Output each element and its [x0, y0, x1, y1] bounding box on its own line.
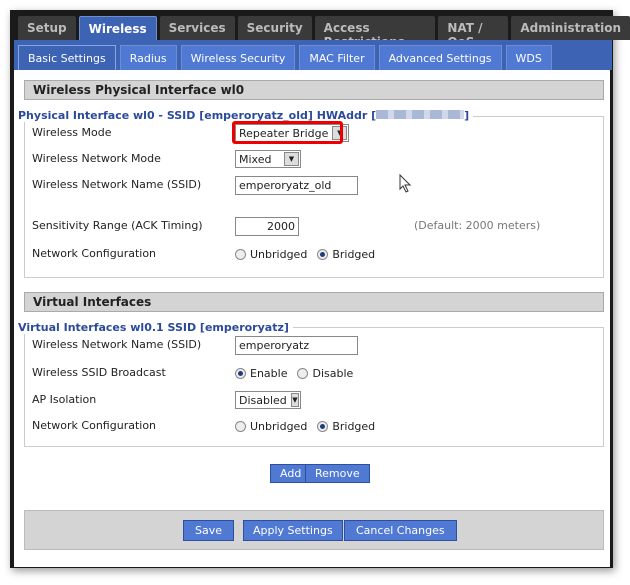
bridged-radio[interactable] [317, 249, 329, 260]
enable-radio[interactable] [235, 368, 246, 379]
isolation-select[interactable]: Disabled ▼ [235, 391, 301, 409]
radio-label: Unbridged [250, 420, 308, 433]
radio-label: Bridged [332, 248, 376, 261]
save-button[interactable]: Save [183, 520, 235, 541]
select-value: Mixed [239, 152, 272, 166]
radio-label: Enable [250, 367, 288, 380]
vnetconf-radios: Unbridged Bridged [235, 420, 375, 433]
tab-wireless[interactable]: Wireless [78, 16, 157, 41]
netconf-radios: Unbridged Bridged [235, 248, 375, 261]
chevron-down-icon: ▼ [284, 152, 299, 166]
vssid-input[interactable]: emperoryatz [235, 336, 358, 355]
ssid-label: Wireless Network Name (SSID) [32, 178, 202, 191]
broadcast-radios: Enable Disable [235, 367, 353, 380]
highlight-annotation [232, 121, 343, 144]
wireless-mode-label: Wireless Mode [32, 126, 112, 139]
subtab-wireless-security[interactable]: Wireless Security [180, 45, 296, 70]
vssid-label: Wireless Network Name (SSID) [32, 338, 202, 351]
subtab-mac-filter[interactable]: MAC Filter [299, 45, 375, 70]
mouse-cursor-icon [399, 174, 412, 193]
cancel-changes-button[interactable]: Cancel Changes [344, 520, 457, 541]
radio-label: Bridged [332, 420, 376, 433]
sub-tabs: Basic Settings Radius Wireless Security … [18, 45, 552, 70]
content: Wireless Physical Interface wl0 Physical… [14, 70, 610, 567]
hwaddr-redacted [376, 110, 465, 119]
apply-settings-button[interactable]: Apply Settings [243, 520, 343, 541]
subtab-radius[interactable]: Radius [119, 45, 177, 70]
bridged-radio[interactable] [317, 421, 329, 432]
network-mode-label: Wireless Network Mode [32, 152, 161, 165]
section-physical-title: Wireless Physical Interface wl0 [24, 80, 604, 100]
tab-security[interactable]: Security [237, 16, 312, 40]
subtab-wds[interactable]: WDS [505, 45, 552, 70]
ack-input[interactable]: 2000 [235, 217, 299, 236]
radio-label: Unbridged [250, 248, 308, 261]
vnetconf-label: Network Configuration [32, 419, 157, 432]
broadcast-label: Wireless SSID Broadcast [32, 366, 166, 379]
network-mode-select[interactable]: Mixed ▼ [235, 150, 301, 168]
ssid-input[interactable]: emperoryatz_old [235, 176, 358, 195]
section-virtual-title: Virtual Interfaces [24, 292, 604, 312]
subtab-advanced-settings[interactable]: Advanced Settings [378, 45, 502, 70]
tab-administration[interactable]: Administration [511, 16, 630, 40]
remove-button[interactable]: Remove [305, 464, 370, 483]
ack-hint: (Default: 2000 meters) [414, 219, 541, 232]
tab-setup[interactable]: Setup [18, 16, 76, 40]
main-tabs: Setup Wireless Services Security Access … [18, 16, 630, 49]
chevron-down-icon: ▼ [290, 393, 299, 407]
virtual-legend: Virtual Interfaces wl0.1 SSID [emperorya… [18, 321, 293, 334]
select-value: Disabled [239, 393, 287, 407]
netconf-label: Network Configuration [32, 247, 157, 260]
legend-suffix: ] [464, 109, 470, 122]
tab-access-restrictions[interactable]: Access Restrictions [314, 16, 436, 49]
tab-nat-qos[interactable]: NAT / QoS [438, 16, 509, 49]
subtab-basic-settings[interactable]: Basic Settings [18, 45, 116, 70]
radio-label: Disable [312, 367, 354, 380]
tab-services[interactable]: Services [159, 16, 235, 40]
isolation-label: AP Isolation [32, 393, 97, 406]
disable-radio[interactable] [297, 368, 309, 379]
ack-label: Sensitivity Range (ACK Timing) [32, 219, 203, 232]
unbridged-radio[interactable] [235, 249, 246, 260]
unbridged-radio[interactable] [235, 421, 246, 432]
